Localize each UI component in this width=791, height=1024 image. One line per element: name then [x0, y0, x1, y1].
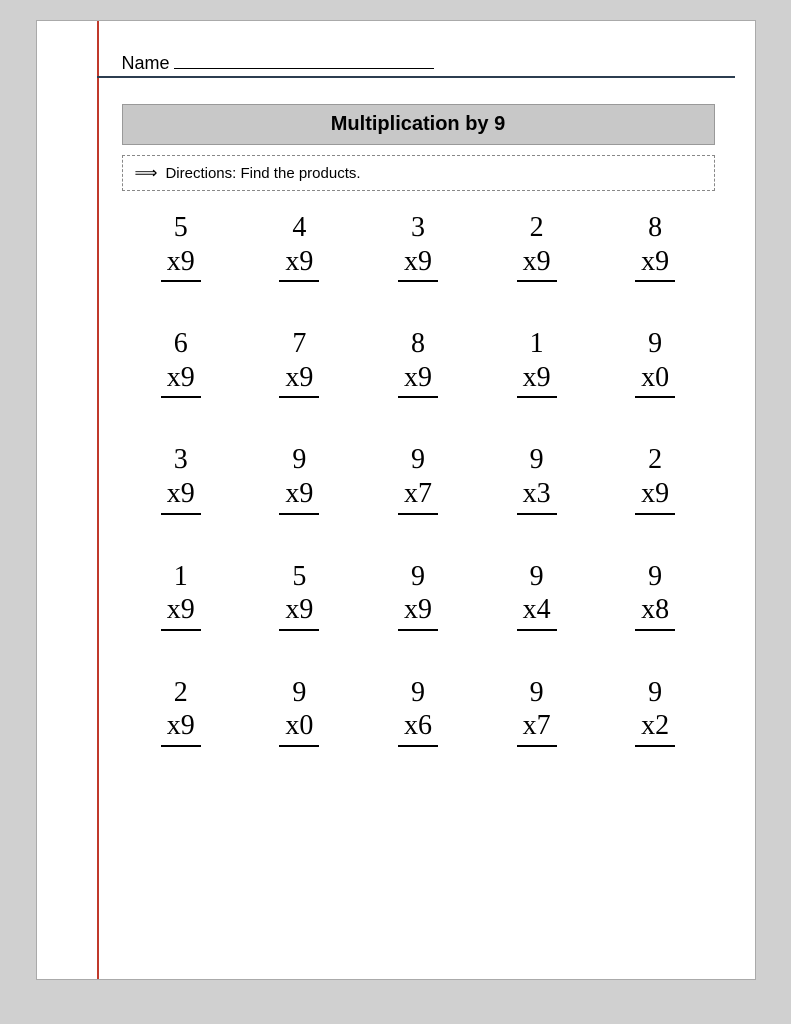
problem-4-1: 1x9	[136, 560, 226, 631]
bottom-number: x4	[517, 593, 557, 631]
problem-row-3: 3x99x99x79x32x9	[122, 443, 715, 514]
top-number: 3	[411, 211, 425, 245]
bottom-number: x6	[398, 709, 438, 747]
problem-3-5: 2x9	[610, 443, 700, 514]
problem-2-4: 1x9	[492, 327, 582, 398]
bottom-number: x8	[635, 593, 675, 631]
top-number: 1	[174, 560, 188, 594]
top-margin-line	[97, 76, 735, 78]
problem-5-1: 2x9	[136, 676, 226, 747]
directions-text: Directions: Find the products.	[165, 165, 360, 182]
problem-1-2: 4x9	[254, 211, 344, 282]
problem-row-5: 2x99x09x69x79x2	[122, 676, 715, 747]
problem-2-3: 8x9	[373, 327, 463, 398]
bottom-number: x9	[161, 593, 201, 631]
bottom-number: x7	[398, 477, 438, 515]
top-number: 2	[530, 211, 544, 245]
top-number: 5	[174, 211, 188, 245]
top-number: 9	[648, 327, 662, 361]
top-number: 9	[411, 676, 425, 710]
bottom-number: x9	[517, 245, 557, 283]
problem-3-2: 9x9	[254, 443, 344, 514]
top-number: 1	[530, 327, 544, 361]
top-number: 2	[174, 676, 188, 710]
bottom-number: x9	[161, 709, 201, 747]
bottom-number: x0	[279, 709, 319, 747]
name-label: Name	[122, 53, 170, 74]
problem-4-3: 9x9	[373, 560, 463, 631]
bottom-number: x9	[517, 361, 557, 399]
bottom-number: x2	[635, 709, 675, 747]
problem-2-5: 9x0	[610, 327, 700, 398]
top-number: 9	[648, 560, 662, 594]
top-number: 3	[174, 443, 188, 477]
problem-1-3: 3x9	[373, 211, 463, 282]
bottom-number: x9	[398, 245, 438, 283]
bottom-number: x9	[398, 593, 438, 631]
directions-box: ⟹ Directions: Find the products.	[122, 155, 715, 191]
top-number: 9	[530, 443, 544, 477]
top-number: 8	[411, 327, 425, 361]
bottom-number: x9	[161, 361, 201, 399]
problem-3-4: 9x3	[492, 443, 582, 514]
problem-row-2: 6x97x98x91x99x0	[122, 327, 715, 398]
top-number: 9	[292, 443, 306, 477]
problem-row-4: 1x95x99x99x49x8	[122, 560, 715, 631]
problem-5-2: 9x0	[254, 676, 344, 747]
bottom-number: x9	[279, 593, 319, 631]
problem-1-5: 8x9	[610, 211, 700, 282]
problem-4-2: 5x9	[254, 560, 344, 631]
top-number: 7	[292, 327, 306, 361]
bottom-number: x9	[161, 477, 201, 515]
bottom-number: x3	[517, 477, 557, 515]
name-field[interactable]	[174, 51, 434, 69]
bottom-number: x7	[517, 709, 557, 747]
name-section: Name	[77, 51, 715, 74]
top-number: 8	[648, 211, 662, 245]
bottom-number: x9	[635, 477, 675, 515]
problem-5-4: 9x7	[492, 676, 582, 747]
bottom-number: x0	[635, 361, 675, 399]
top-number: 6	[174, 327, 188, 361]
problem-3-3: 9x7	[373, 443, 463, 514]
top-number: 4	[292, 211, 306, 245]
top-number: 9	[530, 676, 544, 710]
problem-3-1: 3x9	[136, 443, 226, 514]
content-area: Multiplication by 9 ⟹ Directions: Find t…	[77, 94, 715, 792]
problem-1-1: 5x9	[136, 211, 226, 282]
top-number: 9	[411, 560, 425, 594]
problem-4-4: 9x4	[492, 560, 582, 631]
problem-1-4: 2x9	[492, 211, 582, 282]
problem-row-1: 5x94x93x92x98x9	[122, 211, 715, 282]
bottom-number: x9	[279, 477, 319, 515]
left-margin-line	[97, 21, 99, 979]
top-number: 5	[292, 560, 306, 594]
bottom-number: x9	[161, 245, 201, 283]
arrow-icon: ⟹	[135, 163, 158, 183]
worksheet-page: Name Multiplication by 9 ⟹ Directions: F…	[36, 20, 756, 980]
problem-5-3: 9x6	[373, 676, 463, 747]
top-number: 9	[292, 676, 306, 710]
problem-2-1: 6x9	[136, 327, 226, 398]
top-number: 2	[648, 443, 662, 477]
bottom-number: x9	[398, 361, 438, 399]
bottom-number: x9	[635, 245, 675, 283]
top-number: 9	[530, 560, 544, 594]
top-number: 9	[648, 676, 662, 710]
problem-2-2: 7x9	[254, 327, 344, 398]
problem-4-5: 9x8	[610, 560, 700, 631]
worksheet-title: Multiplication by 9	[122, 104, 715, 145]
bottom-number: x9	[279, 361, 319, 399]
top-number: 9	[411, 443, 425, 477]
problem-5-5: 9x2	[610, 676, 700, 747]
problems-grid: 5x94x93x92x98x96x97x98x91x99x03x99x99x79…	[122, 211, 715, 792]
bottom-number: x9	[279, 245, 319, 283]
